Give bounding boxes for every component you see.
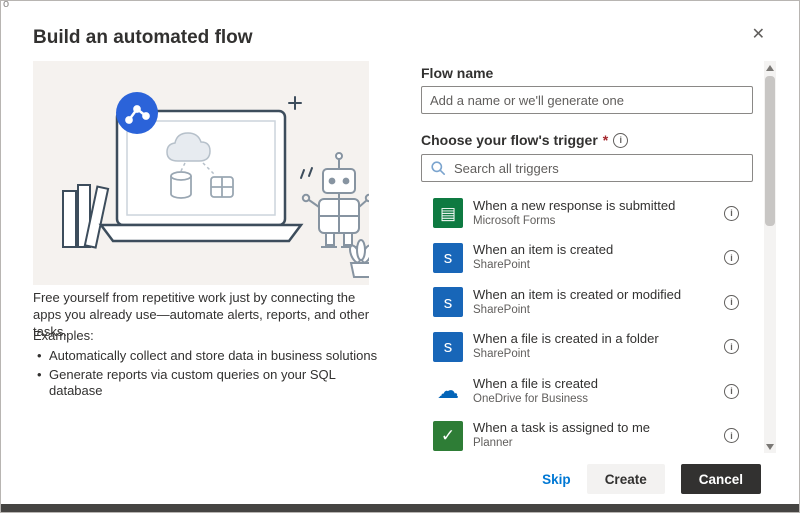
trigger-text: When a task is assigned to me Planner (473, 420, 650, 451)
info-icon[interactable]: i (724, 428, 739, 443)
scrollbar-thumb[interactable] (765, 76, 775, 226)
planner-icon-glyph: ✓ (441, 427, 455, 444)
trigger-list-scrollbar[interactable] (764, 61, 776, 453)
trigger-title: When a file is created in a folder (473, 331, 659, 347)
examples-section: Examples: Automatically collect and stor… (33, 328, 385, 401)
trigger-text: When a file is created in a folder Share… (473, 331, 659, 362)
trigger-row-planner-task-assigned[interactable]: ✓ When a task is assigned to me Planner … (421, 414, 753, 454)
dialog-title: Build an automated flow (33, 27, 253, 49)
info-icon[interactable]: i (724, 295, 739, 310)
required-asterisk: * (603, 132, 608, 148)
laptop-robot-illustration (33, 61, 369, 285)
examples-list: Automatically collect and store data in … (33, 348, 385, 399)
trigger-title: When an item is created (473, 242, 613, 258)
trigger-text: When an item is created or modified Shar… (473, 287, 681, 318)
trigger-text: When an item is created SharePoint (473, 242, 613, 273)
info-icon[interactable]: i (724, 339, 739, 354)
trigger-label: Choose your flow's trigger (421, 132, 598, 148)
search-icon (430, 160, 446, 176)
dialog-footer: Skip Create Cancel (542, 464, 761, 494)
trigger-list: ▤ When a new response is submitted Micro… (421, 191, 753, 453)
microsoft-forms-icon: ▤ (433, 198, 463, 228)
trigger-service: SharePoint (473, 258, 613, 273)
scroll-down-icon[interactable] (764, 440, 776, 453)
trigger-row-sharepoint-item-created[interactable]: s When an item is created SharePoint i (421, 236, 753, 281)
trigger-label-row: Choose your flow's trigger * i (421, 132, 628, 148)
trigger-service: Microsoft Forms (473, 214, 675, 229)
sharepoint-icon: s (433, 287, 463, 317)
trigger-service: Planner (473, 436, 650, 451)
trigger-service: OneDrive for Business (473, 392, 598, 407)
build-automated-flow-dialog: o Build an automated flow ✕ (0, 0, 800, 513)
sharepoint-icon: s (433, 243, 463, 273)
create-button[interactable]: Create (587, 464, 665, 494)
example-item: Generate reports via custom queries on y… (33, 367, 385, 400)
flow-name-label: Flow name (421, 65, 493, 81)
onedrive-icon-glyph: ☁ (437, 380, 459, 402)
trigger-row-onedrive-file-created[interactable]: ☁ When a file is created OneDrive for Bu… (421, 369, 753, 414)
search-triggers-input[interactable] (421, 154, 753, 182)
scroll-up-icon[interactable] (764, 61, 776, 74)
trigger-text: When a file is created OneDrive for Busi… (473, 376, 598, 407)
trigger-info-icon[interactable]: i (613, 133, 628, 148)
trigger-title: When a task is assigned to me (473, 420, 650, 436)
cancel-button[interactable]: Cancel (681, 464, 761, 494)
info-icon[interactable]: i (724, 384, 739, 399)
info-icon[interactable]: i (724, 250, 739, 265)
sharepoint-icon-glyph: s (444, 338, 453, 355)
flow-name-input[interactable] (421, 86, 753, 114)
trigger-row-sharepoint-file-folder[interactable]: s When a file is created in a folder Sha… (421, 325, 753, 370)
trigger-title: When a file is created (473, 376, 598, 392)
trigger-service: SharePoint (473, 303, 681, 318)
close-icon[interactable]: ✕ (752, 27, 765, 43)
examples-heading: Examples: (33, 328, 385, 344)
forms-icon-glyph: ▤ (440, 205, 456, 222)
background-page-fragment: o (3, 0, 9, 10)
onedrive-icon: ☁ (433, 376, 463, 406)
planner-icon: ✓ (433, 421, 463, 451)
example-item: Automatically collect and store data in … (33, 348, 385, 364)
trigger-title: When an item is created or modified (473, 287, 681, 303)
flow-illustration (33, 61, 369, 285)
sharepoint-icon-glyph: s (444, 294, 453, 311)
sharepoint-icon-glyph: s (444, 249, 453, 266)
trigger-row-forms-response[interactable]: ▤ When a new response is submitted Micro… (421, 191, 753, 236)
trigger-row-sharepoint-item-modified[interactable]: s When an item is created or modified Sh… (421, 280, 753, 325)
trigger-title: When a new response is submitted (473, 198, 675, 214)
background-bottom-strip (1, 504, 799, 512)
trigger-service: SharePoint (473, 347, 659, 362)
trigger-text: When a new response is submitted Microso… (473, 198, 675, 229)
info-icon[interactable]: i (724, 206, 739, 221)
sharepoint-icon: s (433, 332, 463, 362)
trigger-search (421, 154, 753, 182)
skip-button[interactable]: Skip (542, 472, 571, 487)
